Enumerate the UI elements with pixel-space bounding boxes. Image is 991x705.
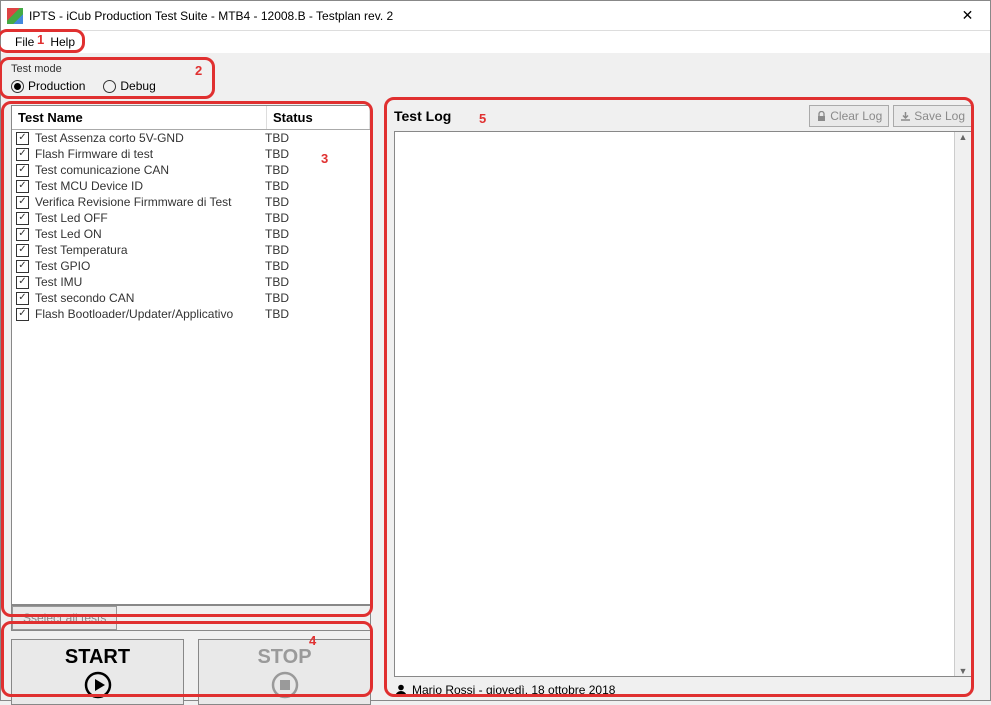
test-status: TBD [265,147,366,161]
test-status: TBD [265,291,366,305]
test-status: TBD [265,195,366,209]
select-all-wrap: Sselect all tests [11,605,371,631]
test-mode-label: Test mode [11,63,211,75]
table-row[interactable]: Test MCU Device IDTBD [12,178,370,194]
radio-production-label: Production [28,79,85,93]
radio-production[interactable]: Production [11,79,85,93]
test-name: Test MCU Device ID [35,179,265,193]
scroll-up-icon[interactable]: ▲ [959,132,968,142]
test-status: TBD [265,211,366,225]
log-area: ▲ ▼ [394,131,972,677]
table-row[interactable]: Flash Firmware di testTBD [12,146,370,162]
table-row[interactable]: Flash Bootloader/Updater/ApplicativoTBD [12,306,370,322]
test-table: Test Name Status Test Assenza corto 5V-G… [11,105,371,605]
table-row[interactable]: Test GPIOTBD [12,258,370,274]
test-status: TBD [265,307,366,321]
checkbox-icon[interactable] [16,308,29,321]
checkbox-icon[interactable] [16,196,29,209]
table-row[interactable]: Test Led OFFTBD [12,210,370,226]
checkbox-icon[interactable] [16,228,29,241]
checkbox-icon[interactable] [16,180,29,193]
table-row[interactable]: Test Led ONTBD [12,226,370,242]
left-panel: Test Name Status Test Assenza corto 5V-G… [11,105,371,705]
start-stop-row: START STOP [11,639,371,705]
test-status: TBD [265,179,366,193]
test-name: Test secondo CAN [35,291,265,305]
test-status: TBD [265,243,366,257]
test-name: Test IMU [35,275,265,289]
radio-debug[interactable]: Debug [103,79,155,93]
save-log-button[interactable]: Save Log [893,105,972,127]
col-status[interactable]: Status [267,106,370,129]
test-name: Test Assenza corto 5V-GND [35,131,265,145]
right-panel: Test Log Clear Log Save Log ▲ ▼ Mario Ro… [394,105,972,697]
test-table-header: Test Name Status [12,106,370,130]
test-name: Test Led ON [35,227,265,241]
table-row[interactable]: Verifica Revisione Firmmware di TestTBD [12,194,370,210]
test-status: TBD [265,275,366,289]
menu-help[interactable]: Help [42,33,83,51]
checkbox-icon[interactable] [16,244,29,257]
status-bar: Mario Rossi - giovedì, 18 ottobre 2018 [394,683,972,697]
checkbox-icon[interactable] [16,132,29,145]
start-label: START [65,646,130,669]
stop-icon [271,671,299,699]
checkbox-icon[interactable] [16,164,29,177]
scroll-down-icon[interactable]: ▼ [959,666,968,676]
window-title: IPTS - iCub Production Test Suite - MTB4… [29,9,945,23]
test-name: Test Led OFF [35,211,265,225]
lock-icon [816,111,827,122]
radio-debug-label: Debug [120,79,155,93]
log-header: Test Log Clear Log Save Log [394,105,972,127]
download-icon [900,111,911,122]
checkbox-icon[interactable] [16,276,29,289]
start-button[interactable]: START [11,639,184,705]
col-test-name[interactable]: Test Name [12,106,267,129]
clear-log-button[interactable]: Clear Log [809,105,889,127]
menu-file[interactable]: File [7,33,42,51]
test-name: Test GPIO [35,259,265,273]
test-table-body: Test Assenza corto 5V-GNDTBDFlash Firmwa… [12,130,370,604]
checkbox-icon[interactable] [16,260,29,273]
test-status: TBD [265,227,366,241]
test-name: Test Temperatura [35,243,265,257]
stop-button[interactable]: STOP [198,639,371,705]
stop-label: STOP [257,646,311,669]
test-status: TBD [265,163,366,177]
test-mode-group: Test mode Production Debug [11,59,211,97]
play-icon [84,671,112,699]
test-status: TBD [265,259,366,273]
log-title: Test Log [394,108,805,124]
menubar: File Help [1,31,990,53]
test-name: Flash Firmware di test [35,147,265,161]
select-all-button[interactable]: Sselect all tests [12,606,117,630]
close-button[interactable]: ✕ [945,1,990,31]
radio-icon [103,80,116,93]
titlebar: IPTS - iCub Production Test Suite - MTB4… [1,1,990,31]
save-log-label: Save Log [914,109,965,123]
user-icon [394,683,408,697]
test-status: TBD [265,131,366,145]
table-row[interactable]: Test secondo CANTBD [12,290,370,306]
checkbox-icon[interactable] [16,292,29,305]
table-row[interactable]: Test comunicazione CANTBD [12,162,370,178]
table-row[interactable]: Test TemperaturaTBD [12,242,370,258]
log-textarea[interactable] [395,132,954,676]
test-name: Test comunicazione CAN [35,163,265,177]
status-text: Mario Rossi - giovedì, 18 ottobre 2018 [412,683,615,697]
clear-log-label: Clear Log [830,109,882,123]
app-icon [7,8,23,24]
checkbox-icon[interactable] [16,148,29,161]
radio-icon [11,80,24,93]
log-scrollbar[interactable]: ▲ ▼ [954,132,971,676]
test-name: Flash Bootloader/Updater/Applicativo [35,307,265,321]
table-row[interactable]: Test IMUTBD [12,274,370,290]
checkbox-icon[interactable] [16,212,29,225]
test-name: Verifica Revisione Firmmware di Test [35,195,265,209]
table-row[interactable]: Test Assenza corto 5V-GNDTBD [12,130,370,146]
